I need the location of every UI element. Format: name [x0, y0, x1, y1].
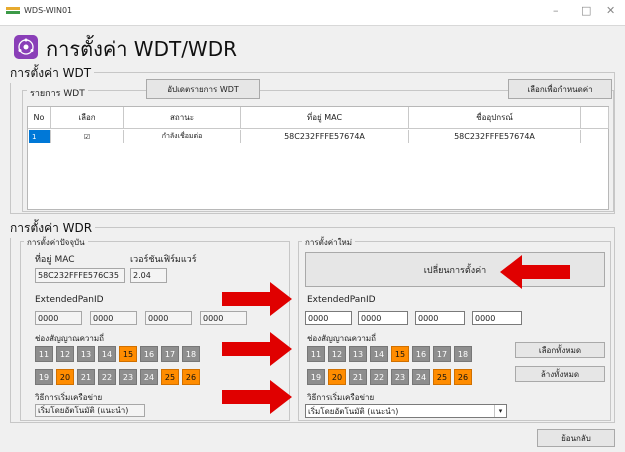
- new-channel-16[interactable]: 16: [412, 346, 430, 362]
- current-method-label: วิธีการเริ่มเครือข่าย: [35, 393, 103, 402]
- chevron-down-icon[interactable]: ▾: [494, 405, 506, 417]
- maximize-button[interactable]: □: [581, 4, 591, 17]
- column-header-select[interactable]: เลือก: [51, 107, 124, 129]
- new-method-select[interactable]: เริ่มโดยอัตโนมัติ (แนะนำ) ▾: [305, 404, 507, 418]
- wdt-table: No เลือก สถานะ ที่อยู่ MAC ชื่ออุปกรณ์ 1…: [27, 106, 609, 210]
- new-method-value: เริ่มโดยอัตโนมัติ (แนะนำ): [308, 406, 399, 416]
- current-settings-label: การตั้งค่าปัจจุบัน: [24, 236, 88, 249]
- current-channel-21: 21: [77, 369, 95, 385]
- current-channel-13: 13: [77, 346, 95, 362]
- new-channel-14[interactable]: 14: [370, 346, 388, 362]
- current-mac-field: 58C232FFFE576C35: [35, 268, 125, 283]
- current-panid-label: ExtendedPanID: [35, 295, 104, 305]
- current-channel-16: 16: [140, 346, 158, 362]
- current-channel-grid: 11 12 13 14 15 16 17 18 19 20 21 22 23 24 25 26: [35, 346, 235, 388]
- new-panid-input-4[interactable]: 0000: [472, 311, 522, 325]
- new-panid-input-3[interactable]: 0000: [415, 311, 465, 325]
- new-panid-input-1[interactable]: 0000: [305, 311, 352, 325]
- table-row[interactable]: 1 ☑ กำลังเชื่อมต่อ 58C232FFFE57674A 58C2…: [29, 130, 609, 143]
- new-channel-15[interactable]: 15: [391, 346, 409, 362]
- cell-mac: 58C232FFFE57674A: [241, 130, 409, 143]
- new-channel-13[interactable]: 13: [349, 346, 367, 362]
- current-panid-field-3: 0000: [145, 311, 192, 325]
- close-button[interactable]: ✕: [606, 4, 615, 17]
- current-channel-24: 24: [140, 369, 158, 385]
- new-channel-19[interactable]: 19: [307, 369, 325, 385]
- new-channel-24[interactable]: 24: [412, 369, 430, 385]
- arrow-change-settings-icon: [500, 255, 570, 289]
- new-channel-18[interactable]: 18: [454, 346, 472, 362]
- cell-select-checkbox[interactable]: ☑: [51, 130, 124, 143]
- new-channel-label: ช่องสัญญาณความถี่: [307, 334, 377, 343]
- column-header-filler: [581, 107, 609, 129]
- new-channel-20[interactable]: 20: [328, 369, 346, 385]
- cell-status: กำลังเชื่อมต่อ: [124, 130, 241, 143]
- new-panid-label: ExtendedPanID: [307, 295, 376, 305]
- new-channel-11[interactable]: 11: [307, 346, 325, 362]
- arrow-panid-icon: [222, 282, 292, 316]
- cell-device-name: 58C232FFFE57674A: [409, 130, 581, 143]
- new-channel-21[interactable]: 21: [349, 369, 367, 385]
- new-panid-input-2[interactable]: 0000: [358, 311, 408, 325]
- arrow-method-icon: [222, 380, 292, 414]
- app-icon: [6, 7, 20, 14]
- current-mac-label: ที่อยู่ MAC: [35, 255, 75, 265]
- page-title: การตั้งค่า WDT/WDR: [46, 37, 238, 61]
- wdt-group-label: การตั้งค่า WDT: [7, 64, 95, 83]
- current-channel-23: 23: [119, 369, 137, 385]
- clear-all-channels-button[interactable]: ล้างทั้งหมด: [515, 366, 605, 382]
- column-header-status[interactable]: สถานะ: [124, 107, 241, 129]
- current-channel-26: 26: [182, 369, 200, 385]
- window-titlebar: WDS-WIN01 – □ ✕: [0, 0, 625, 26]
- current-channel-19: 19: [35, 369, 53, 385]
- current-panid-field-2: 0000: [90, 311, 137, 325]
- update-wdt-list-button[interactable]: อัปเดตรายการ WDT: [146, 79, 260, 99]
- new-channel-23[interactable]: 23: [391, 369, 409, 385]
- new-channel-grid: 11 12 13 14 15 16 17 18 19 20 21 22 23 24 25 26: [307, 346, 507, 388]
- current-method-field: เริ่มโดยอัตโนมัติ (แนะนำ): [35, 404, 145, 417]
- current-channel-22: 22: [98, 369, 116, 385]
- current-firmware-field: 2.04: [130, 268, 167, 283]
- current-channel-17: 17: [161, 346, 179, 362]
- current-firmware-label: เวอร์ชันเฟิร์มแวร์: [130, 255, 197, 265]
- column-header-mac[interactable]: ที่อยู่ MAC: [241, 107, 409, 129]
- current-channel-20: 20: [56, 369, 74, 385]
- current-channel-18: 18: [182, 346, 200, 362]
- app-logo-icon: [14, 35, 38, 59]
- current-channel-25: 25: [161, 369, 179, 385]
- back-button[interactable]: ย้อนกลับ: [537, 429, 615, 447]
- arrow-channel-icon: [222, 332, 292, 366]
- new-channel-12[interactable]: 12: [328, 346, 346, 362]
- current-channel-label: ช่องสัญญาณความถี่: [35, 334, 105, 343]
- new-settings-label: การตั้งค่าใหม่: [302, 236, 356, 249]
- window-title: WDS-WIN01: [24, 6, 73, 15]
- current-channel-12: 12: [56, 346, 74, 362]
- current-channel-14: 14: [98, 346, 116, 362]
- minimize-button[interactable]: –: [553, 4, 559, 17]
- current-channel-11: 11: [35, 346, 53, 362]
- new-channel-17[interactable]: 17: [433, 346, 451, 362]
- column-header-device-name[interactable]: ชื่ออุปกรณ์: [409, 107, 581, 129]
- new-channel-22[interactable]: 22: [370, 369, 388, 385]
- current-channel-15: 15: [119, 346, 137, 362]
- select-all-channels-button[interactable]: เลือกทั้งหมด: [515, 342, 605, 358]
- select-to-configure-button[interactable]: เลือกเพื่อกำหนดค่า: [508, 79, 612, 99]
- new-channel-25[interactable]: 25: [433, 369, 451, 385]
- current-panid-field-1: 0000: [35, 311, 82, 325]
- column-header-no[interactable]: No: [28, 107, 51, 129]
- wdt-list-label: รายการ WDT: [27, 86, 88, 100]
- cell-no: 1: [29, 130, 51, 143]
- new-channel-26[interactable]: 26: [454, 369, 472, 385]
- new-method-label: วิธีการเริ่มเครือข่าย: [307, 393, 375, 402]
